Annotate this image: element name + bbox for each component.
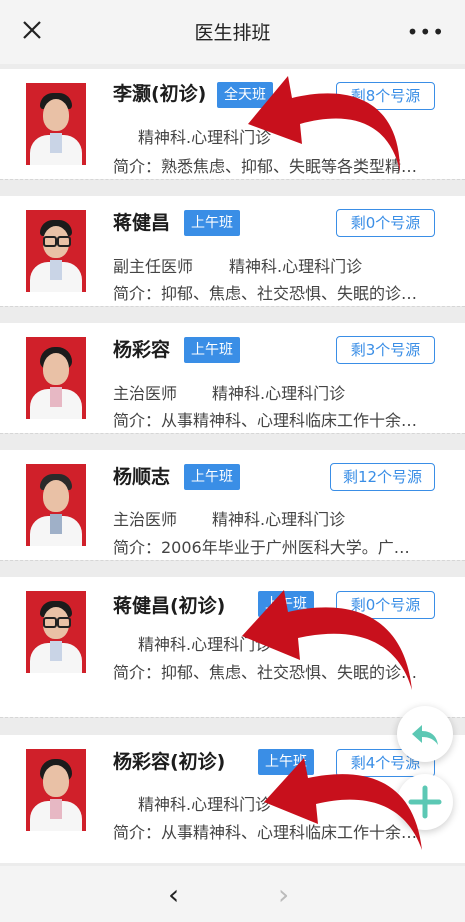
- top-bar: 医生排班 •••: [0, 0, 465, 64]
- doctor-photo: [26, 464, 86, 546]
- quota-button[interactable]: 剩8个号源: [336, 82, 435, 110]
- quota-button[interactable]: 剩0个号源: [336, 591, 435, 619]
- quota-button[interactable]: 剩12个号源: [330, 463, 435, 491]
- doctor-name: 李灏(初诊): [113, 83, 207, 105]
- doctor-name: 杨彩容: [113, 339, 171, 361]
- more-options-icon[interactable]: •••: [407, 20, 445, 44]
- doctor-photo: [26, 337, 86, 419]
- doctor-intro: 简介：抑郁、焦虑、社交恐惧、失眠的诊…: [113, 284, 418, 303]
- quota-button[interactable]: 剩0个号源: [336, 209, 435, 237]
- doctor-title: 主治医师: [113, 510, 178, 529]
- forward-button[interactable]: ›: [278, 878, 289, 911]
- doctor-dept: 精神科.心理科门诊: [138, 795, 272, 814]
- doctor-intro: 简介：熟悉焦虑、抑郁、失眠等各类型精…: [113, 157, 418, 176]
- doctor-card[interactable]: 蒋健昌 上午班 剩0个号源 副主任医师 精神科.心理科门诊 简介：抑郁、焦虑、社…: [0, 196, 465, 307]
- divider: [0, 306, 465, 307]
- shift-badge: 上午班: [184, 210, 240, 236]
- divider: [0, 433, 465, 434]
- doctor-card[interactable]: 杨彩容(初诊) 上午班 剩4个号源 精神科.心理科门诊 简介：从事精神科、心理科…: [0, 735, 465, 863]
- add-button[interactable]: [397, 774, 453, 830]
- doctor-dept: 精神科.心理科门诊: [138, 128, 272, 147]
- quota-button[interactable]: 剩3个号源: [336, 336, 435, 364]
- doctor-photo: [26, 83, 86, 165]
- reply-arrow-icon: [412, 725, 438, 745]
- page-title: 医生排班: [194, 22, 271, 44]
- doctor-intro: 简介：从事精神科、心理科临床工作十余…: [113, 411, 418, 430]
- doctor-card[interactable]: 蒋健昌(初诊) 上午班 剩0个号源 精神科.心理科门诊 简介：抑郁、焦虑、社交恐…: [0, 577, 465, 718]
- doctor-dept: 精神科.心理科门诊: [229, 257, 363, 276]
- doctor-name: 蒋健昌: [113, 212, 171, 234]
- doctor-intro: 简介：2006年毕业于广州医科大学。广…: [113, 538, 410, 557]
- doctor-card[interactable]: 杨顺志 上午班 剩12个号源 主治医师 精神科.心理科门诊 简介：2006年毕业…: [0, 450, 465, 561]
- doctor-card[interactable]: 李灏(初诊) 全天班 剩8个号源 精神科.心理科门诊 简介：熟悉焦虑、抑郁、失眠…: [0, 69, 465, 180]
- bottom-nav-bar: ‹ ›: [0, 866, 465, 922]
- doctor-name: 杨顺志: [113, 466, 171, 488]
- doctor-title: 主治医师: [113, 384, 178, 403]
- shift-badge: 上午班: [184, 464, 240, 490]
- doctor-name: 杨彩容(初诊): [113, 751, 226, 773]
- doctor-dept: 精神科.心理科门诊: [212, 510, 346, 529]
- reply-button[interactable]: [397, 706, 453, 762]
- doctor-photo: [26, 210, 86, 292]
- divider: [0, 717, 465, 718]
- doctor-intro: 简介：抑郁、焦虑、社交恐惧、失眠的诊…: [113, 663, 418, 682]
- back-button[interactable]: ‹: [168, 878, 179, 911]
- doctor-title: 副主任医师: [113, 257, 194, 276]
- doctor-card[interactable]: 杨彩容 上午班 剩3个号源 主治医师 精神科.心理科门诊 简介：从事精神科、心理…: [0, 323, 465, 434]
- doctor-name: 蒋健昌(初诊): [113, 595, 226, 617]
- shift-badge: 上午班: [184, 337, 240, 363]
- shift-badge: 上午班: [258, 749, 314, 775]
- doctor-intro: 简介：从事精神科、心理科临床工作十余…: [113, 823, 418, 842]
- shift-badge: 全天班: [217, 82, 273, 108]
- doctor-photo: [26, 749, 86, 831]
- doctor-dept: 精神科.心理科门诊: [138, 635, 272, 654]
- divider: [0, 179, 465, 180]
- doctor-dept: 精神科.心理科门诊: [212, 384, 346, 403]
- divider: [0, 560, 465, 561]
- plus-icon: [408, 785, 442, 819]
- shift-badge: 上午班: [258, 591, 314, 617]
- doctor-photo: [26, 591, 86, 673]
